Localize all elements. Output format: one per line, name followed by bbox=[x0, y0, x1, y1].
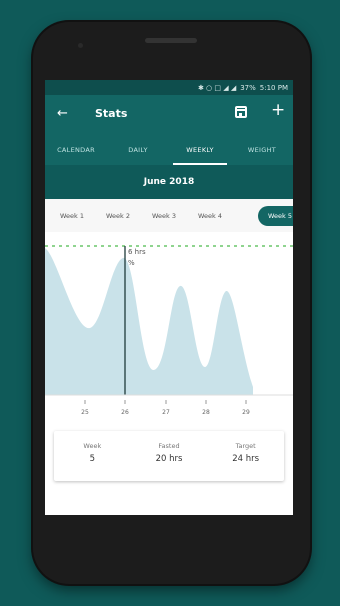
month-header[interactable]: June 2018 bbox=[45, 165, 293, 199]
back-arrow-icon[interactable]: ← bbox=[57, 106, 68, 121]
weekly-fasting-chart[interactable]: 6 hrs % 25 26 27 28 29 bbox=[45, 232, 293, 422]
summary-label: Target bbox=[235, 442, 256, 450]
week-chip-1[interactable]: Week 1 bbox=[49, 206, 95, 226]
x-tick-label: 28 bbox=[202, 409, 210, 416]
week-chip-5[interactable]: Week 5 bbox=[258, 205, 293, 226]
tab-weekly[interactable]: WEEKLY bbox=[169, 135, 231, 165]
week-chip-3[interactable]: Week 3 bbox=[141, 206, 187, 226]
tab-bar: CALENDAR DAILY WEEKLY WEIGHT bbox=[45, 135, 293, 165]
tab-calendar[interactable]: CALENDAR bbox=[45, 135, 107, 165]
front-camera bbox=[78, 43, 83, 48]
page-title: Stats bbox=[95, 107, 128, 120]
fasting-area bbox=[45, 248, 253, 395]
x-ticks bbox=[84, 400, 247, 404]
week-chip-2[interactable]: Week 2 bbox=[95, 206, 141, 226]
status-time: 5:10 PM bbox=[259, 83, 288, 92]
week-chip-4[interactable]: Week 4 bbox=[187, 206, 233, 226]
status-icons: ✱ ○ □ ◢ ◢ bbox=[197, 83, 237, 92]
earpiece-speaker bbox=[145, 38, 197, 43]
summary-target: Target 24 hrs bbox=[207, 431, 284, 481]
phone-chin bbox=[45, 515, 293, 553]
x-tick-label: 25 bbox=[81, 409, 89, 416]
summary-value: 5 bbox=[89, 454, 96, 464]
summary-week: Week 5 bbox=[54, 431, 131, 481]
x-tick-label: 27 bbox=[162, 409, 170, 416]
tab-daily[interactable]: DAILY bbox=[107, 135, 169, 165]
summary-label: Fasted bbox=[158, 442, 180, 450]
x-tick-label: 29 bbox=[242, 409, 250, 416]
summary-label: Week bbox=[83, 442, 102, 450]
status-bar: ✱ ○ □ ◢ ◢ 37% 5:10 PM bbox=[45, 80, 293, 95]
x-tick-label: 26 bbox=[121, 409, 129, 416]
week-selector: Week 1 Week 2 Week 3 Week 4 Week 5 bbox=[45, 199, 293, 232]
summary-fasted: Fasted 20 hrs bbox=[131, 431, 208, 481]
summary-value: 24 hrs bbox=[232, 454, 260, 464]
calendar-icon[interactable] bbox=[235, 106, 247, 118]
battery-percent: 37% bbox=[240, 83, 256, 92]
add-icon[interactable]: + bbox=[271, 100, 285, 120]
cursor-value: 6 hrs bbox=[128, 248, 146, 256]
app-screen: ✱ ○ □ ◢ ◢ 37% 5:10 PM ← Stats + CALENDAR… bbox=[45, 80, 293, 515]
tab-weight[interactable]: WEIGHT bbox=[231, 135, 293, 165]
summary-value: 20 hrs bbox=[155, 454, 183, 464]
cursor-unit: % bbox=[128, 259, 135, 267]
weekly-summary-card: Week 5 Fasted 20 hrs Target 24 hrs bbox=[54, 431, 284, 481]
app-bar: ← Stats + bbox=[45, 95, 293, 135]
